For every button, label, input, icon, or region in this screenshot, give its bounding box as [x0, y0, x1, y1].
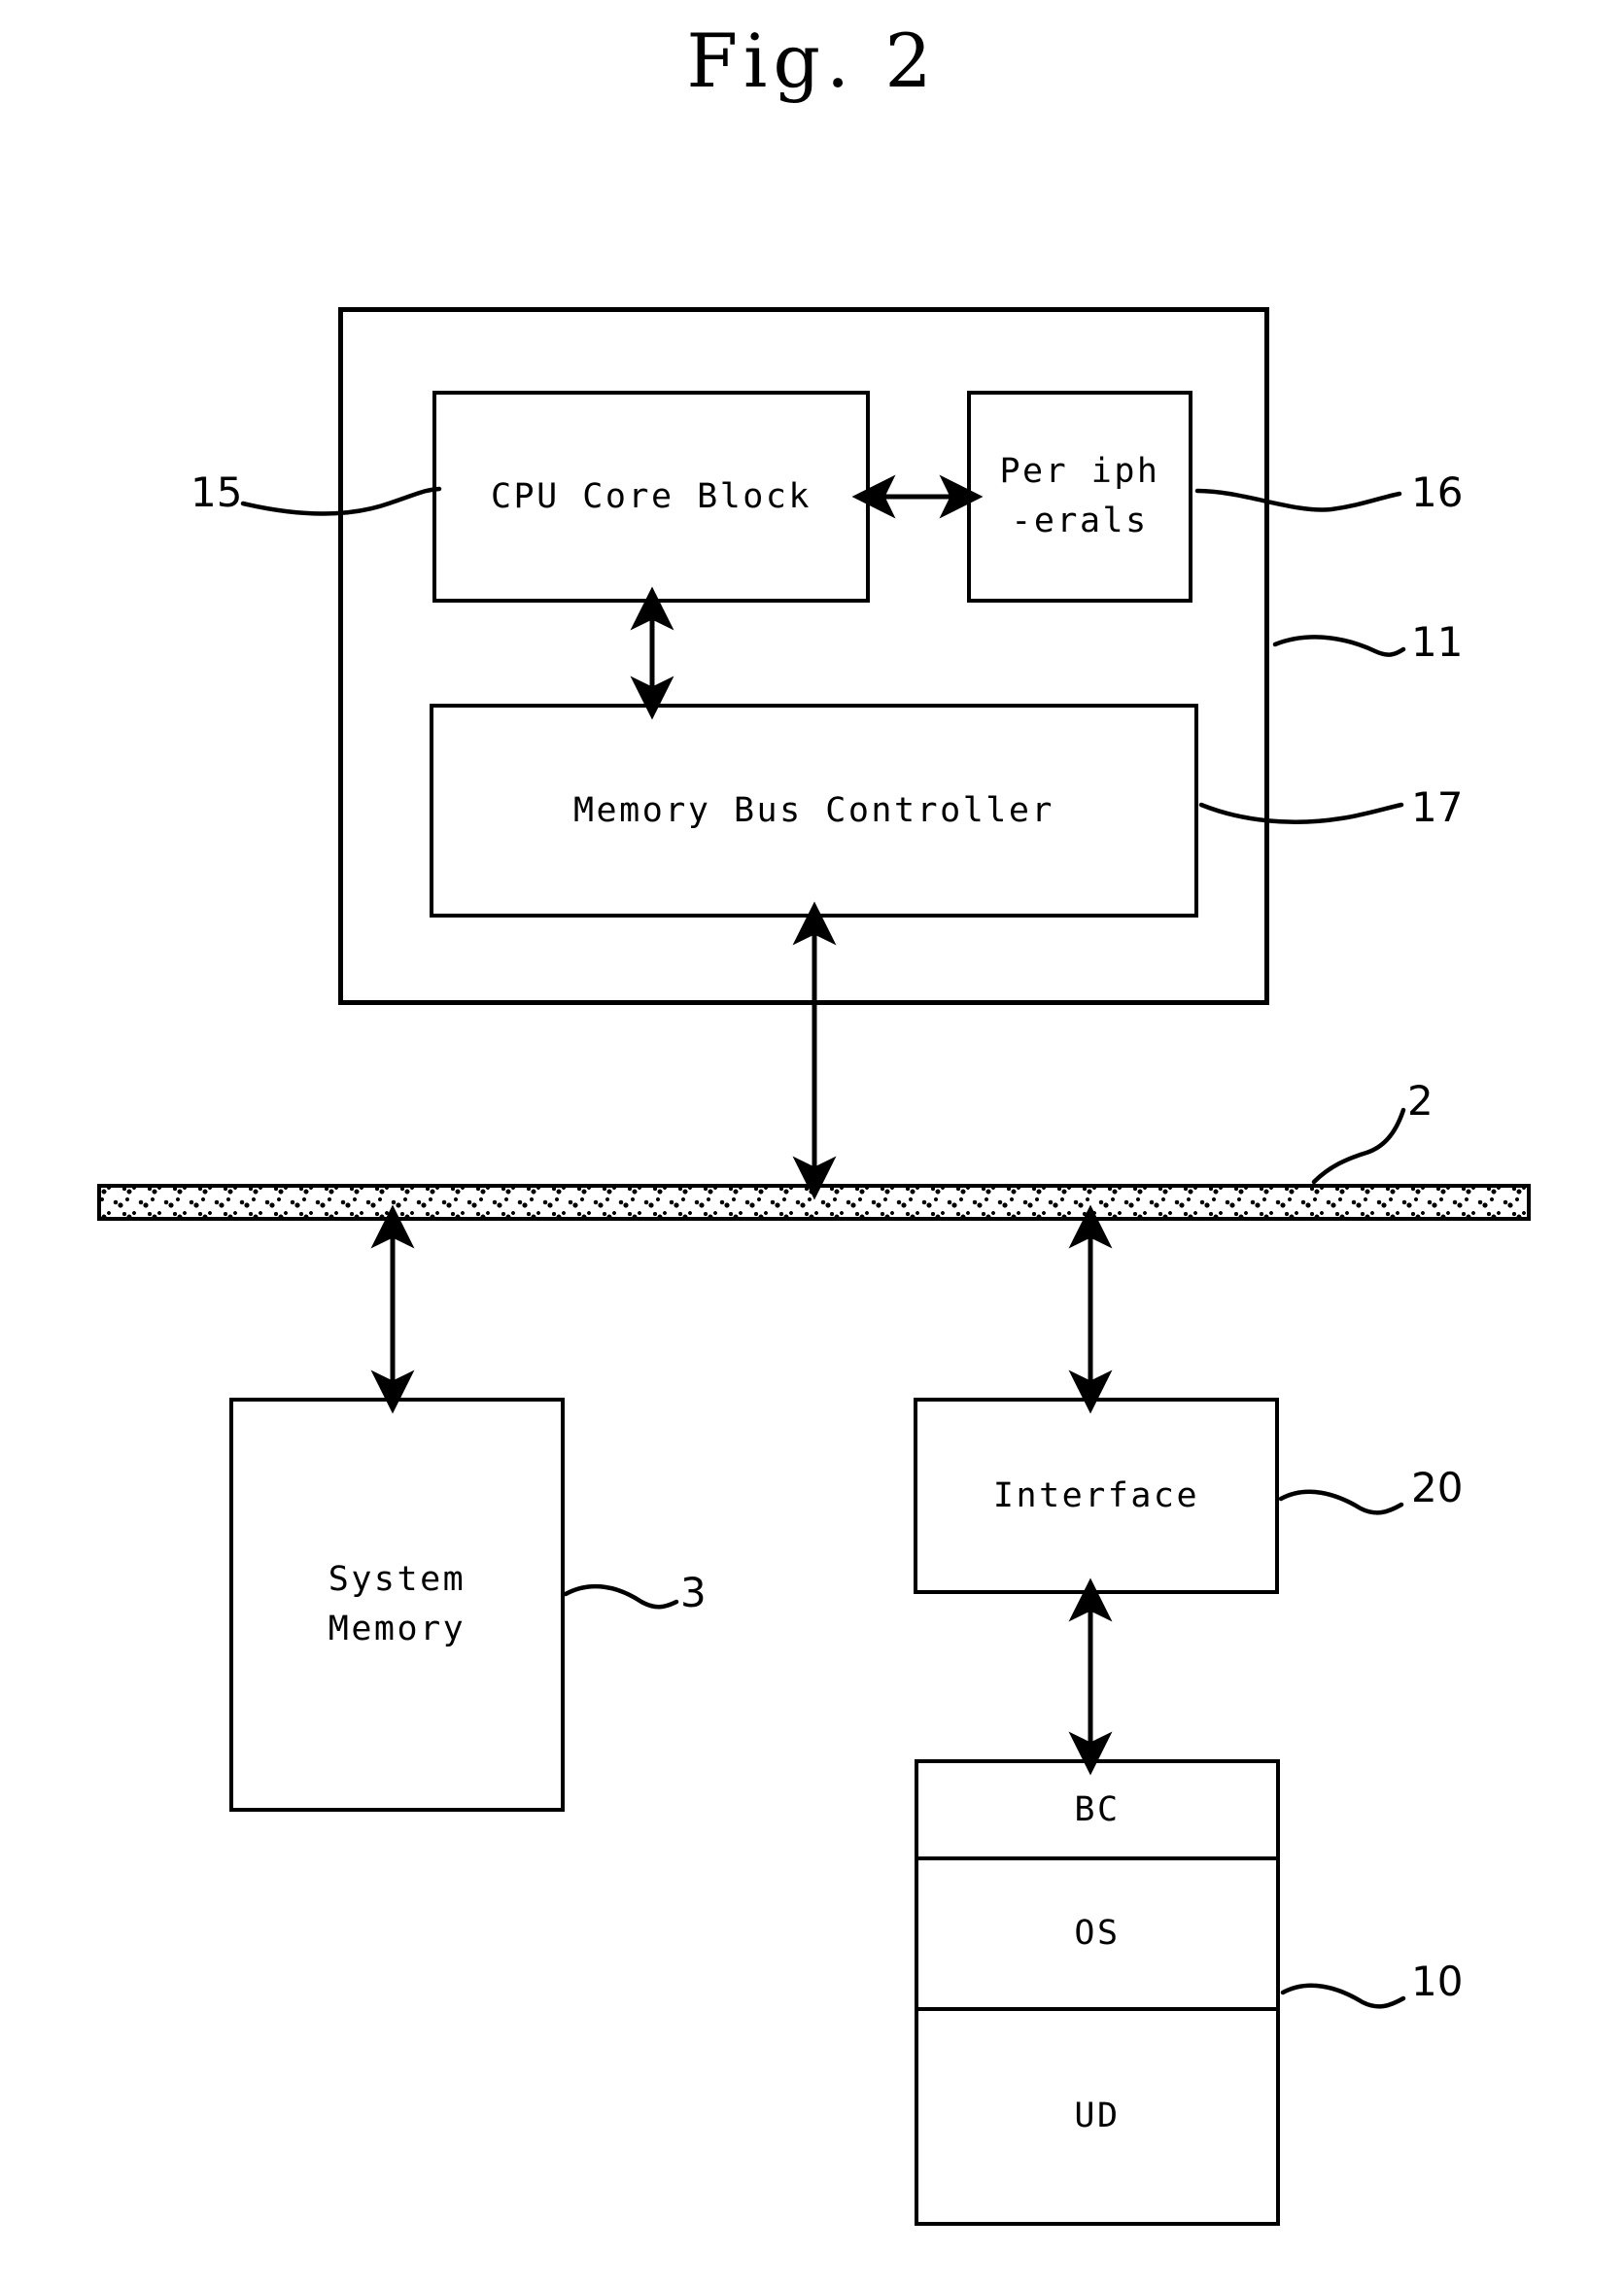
leader-line-20 — [1278, 1489, 1404, 1515]
leader-line-3 — [563, 1583, 679, 1610]
reference-numeral-2: 2 — [1407, 1077, 1434, 1125]
reference-numeral-11: 11 — [1411, 618, 1464, 666]
memory-bus-controller-label: Memory Bus Controller — [572, 790, 1054, 830]
storage-cell-bc-label: BC — [1074, 1789, 1121, 1829]
storage-cell-ud-label: UD — [1074, 2097, 1121, 2136]
reference-numeral-3: 3 — [680, 1569, 707, 1616]
cpu-core-block: CPU Core Block — [432, 391, 870, 603]
figure-title: Fig. 2 — [686, 17, 938, 104]
reference-numeral-16: 16 — [1411, 468, 1464, 516]
leader-line-10 — [1280, 1983, 1406, 2009]
storage-cell-os-label: OS — [1074, 1914, 1121, 1954]
peripherals-block-label: Per iph -erals — [999, 452, 1160, 540]
leader-line-2 — [1311, 1107, 1406, 1185]
reference-numeral-10: 10 — [1411, 1958, 1464, 2005]
memory-bus-controller-block: Memory Bus Controller — [430, 704, 1198, 918]
interface-label: Interface — [992, 1475, 1200, 1515]
reference-numeral-20: 20 — [1411, 1464, 1464, 1511]
interface-block: Interface — [914, 1398, 1279, 1594]
cpu-core-block-label: CPU Core Block — [490, 476, 812, 516]
leader-line-11 — [1272, 635, 1406, 657]
system-bus-bar — [97, 1184, 1531, 1221]
reference-numeral-15: 15 — [190, 468, 243, 516]
storage-device-stack: BC OS UD — [915, 1759, 1280, 2226]
system-memory-label: System Memory — [328, 1560, 466, 1648]
figure-root: Fig. 2 CPU Core Block Per iph -erals Mem… — [0, 0, 1624, 2288]
storage-cell-bc: BC — [918, 1763, 1276, 1860]
system-memory-block: System Memory — [229, 1398, 565, 1812]
storage-cell-os: OS — [918, 1860, 1276, 2011]
peripherals-block: Per iph -erals — [967, 391, 1192, 603]
reference-numeral-17: 17 — [1411, 783, 1464, 831]
storage-cell-ud: UD — [918, 2011, 1276, 2222]
